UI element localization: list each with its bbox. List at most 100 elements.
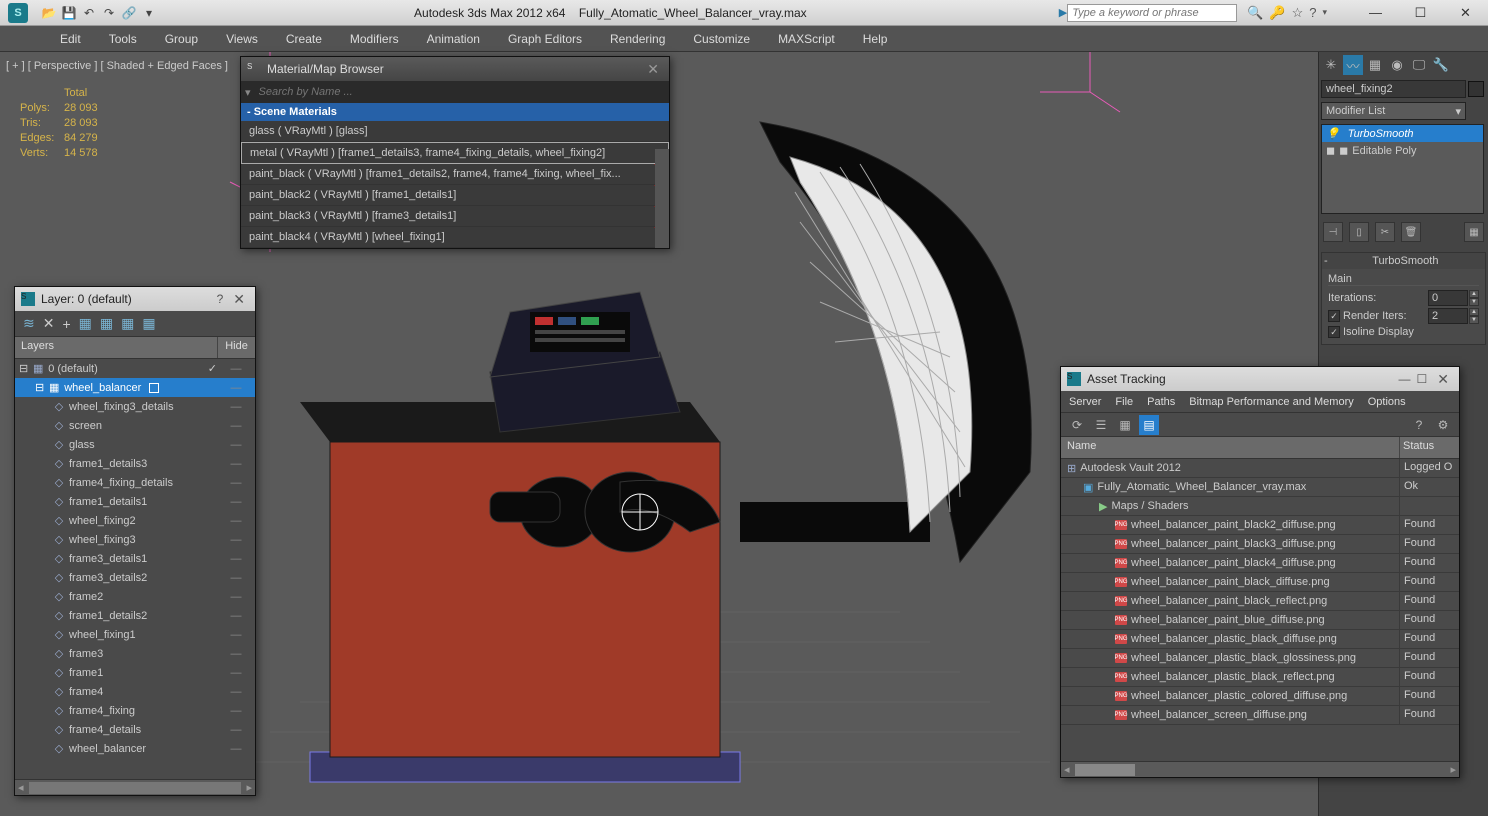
material-item[interactable]: metal ( VRayMtl ) [frame1_details3, fram… [241,142,669,164]
select-objects-icon[interactable]: ▦ [79,315,92,332]
material-item[interactable]: paint_black4 ( VRayMtl ) [wheel_fixing1] [241,227,669,248]
layer-row[interactable]: ◇ frame1_details2— [15,606,255,625]
asset-row[interactable]: PNG wheel_balancer_plastic_black_glossin… [1061,649,1459,668]
highlight-icon[interactable]: ▦ [100,315,113,332]
open-icon[interactable]: 📂 [40,4,58,22]
modifier-editable-poly[interactable]: ◼◼ Editable Poly [1322,142,1483,159]
display-tab-icon[interactable]: 🖵 [1409,55,1429,75]
asset-row[interactable]: PNG wheel_balancer_paint_black3_diffuse.… [1061,535,1459,554]
modifier-list-dropdown[interactable]: Modifier List▾ [1321,102,1466,120]
redo-icon[interactable]: ↷ [100,4,118,22]
layer-row[interactable]: ◇ frame1— [15,663,255,682]
material-item[interactable]: paint_black2 ( VRayMtl ) [frame1_details… [241,185,669,206]
delete-layer-icon[interactable]: ✕ [43,315,55,332]
menu-customize[interactable]: Customize [679,26,764,51]
asset-list[interactable]: ⊞ Autodesk Vault 2012Logged O▣ Fully_Ato… [1061,459,1459,761]
asset-row[interactable]: PNG wheel_balancer_plastic_colored_diffu… [1061,687,1459,706]
menu-rendering[interactable]: Rendering [596,26,679,51]
horizontal-scrollbar[interactable]: ◂ ▸ [1061,761,1459,777]
undo-icon[interactable]: ↶ [80,4,98,22]
object-color-swatch[interactable] [1468,81,1484,97]
help-icon[interactable]: ? [217,292,224,306]
app-icon[interactable]: S [8,3,28,23]
iterations-input[interactable] [1428,290,1468,306]
minimize-icon[interactable]: — [1399,372,1411,386]
modify-tab-icon[interactable]: 〰 [1343,55,1363,75]
render-iters-spinner[interactable]: ▲▼ [1428,308,1479,324]
configure-icon[interactable]: ▦ [1464,222,1484,242]
asset-row[interactable]: ▶ Maps / Shaders [1061,497,1459,516]
star-icon[interactable]: ☆ [1292,5,1304,21]
layers-column-header[interactable]: Layers [15,337,217,358]
scene-materials-header[interactable]: - Scene Materials [241,103,669,121]
make-unique-icon[interactable]: ✂ [1375,222,1395,242]
layer-row[interactable]: ◇ frame4— [15,682,255,701]
asset-menu-file[interactable]: File [1115,396,1133,408]
render-iters-checkbox[interactable]: ✓ [1328,310,1340,322]
dialog-titlebar[interactable]: S Asset Tracking — ☐ ✕ [1061,367,1459,391]
key-icon[interactable]: 🔑 [1269,5,1285,21]
asset-menu-options[interactable]: Options [1368,396,1406,408]
layer-row[interactable]: ◇ frame2— [15,587,255,606]
render-iters-input[interactable] [1428,308,1468,324]
layer-row[interactable]: ◇ wheel_fixing1— [15,625,255,644]
close-icon[interactable]: ✕ [643,61,663,78]
horizontal-scrollbar[interactable]: ◂ ▸ [15,779,255,795]
modifier-turbosmooth[interactable]: 💡TurboSmooth [1322,125,1483,142]
layer-row[interactable]: ◇ frame4_fixing— [15,701,255,720]
menu-views[interactable]: Views [212,26,272,51]
maximize-icon[interactable]: ☐ [1417,372,1428,386]
layer-row[interactable]: ◇ glass— [15,435,255,454]
close-icon[interactable]: ✕ [1433,371,1453,388]
rollout-header[interactable]: -TurboSmooth [1322,253,1485,269]
utilities-tab-icon[interactable]: 🔧 [1431,55,1451,75]
save-icon[interactable]: 💾 [60,4,78,22]
menu-group[interactable]: Group [151,26,212,51]
asset-row[interactable]: PNG wheel_balancer_paint_black_diffuse.p… [1061,573,1459,592]
close-icon[interactable]: ✕ [229,291,249,308]
asset-menu-bitmap-performance-and-memory[interactable]: Bitmap Performance and Memory [1189,396,1353,408]
menu-create[interactable]: Create [272,26,336,51]
layer-row[interactable]: ◇ frame1_details1— [15,492,255,511]
status-column-header[interactable]: Status [1399,437,1459,458]
asset-row[interactable]: PNG wheel_balancer_screen_diffuse.pngFou… [1061,706,1459,725]
asset-row[interactable]: PNG wheel_balancer_paint_blue_diffuse.pn… [1061,611,1459,630]
spinner-up-icon[interactable]: ▲ [1469,308,1479,316]
layer-row[interactable]: ◇ frame3— [15,644,255,663]
help-icon[interactable]: ? [1309,5,1316,20]
asset-row[interactable]: ⊞ Autodesk Vault 2012Logged O [1061,459,1459,478]
menu-tools[interactable]: Tools [95,26,151,51]
list-view-icon[interactable]: ▤ [1139,415,1159,435]
spinner-up-icon[interactable]: ▲ [1469,290,1479,298]
close-button[interactable]: ✕ [1443,0,1488,26]
layer-row[interactable]: ◇ frame4_fixing_details— [15,473,255,492]
layer-row[interactable]: ◇ wheel_fixing3_details— [15,397,255,416]
help-icon[interactable]: ? [1409,415,1429,435]
remove-modifier-icon[interactable]: 🗑 [1401,222,1421,242]
maximize-button[interactable]: ☐ [1398,0,1443,26]
show-end-result-icon[interactable]: ▯ [1349,222,1369,242]
table-view-icon[interactable]: ▦ [1115,415,1135,435]
asset-row[interactable]: PNG wheel_balancer_paint_black2_diffuse.… [1061,516,1459,535]
hide-column-header[interactable]: Hide [217,337,255,358]
refresh-icon[interactable]: ⟳ [1067,415,1087,435]
menu-edit[interactable]: Edit [46,26,95,51]
material-search-input[interactable] [255,86,665,98]
layer-row[interactable]: ◇ frame1_details3— [15,454,255,473]
spinner-down-icon[interactable]: ▼ [1469,298,1479,306]
iterations-spinner[interactable]: ▲▼ [1428,290,1479,306]
asset-row[interactable]: PNG wheel_balancer_paint_black_reflect.p… [1061,592,1459,611]
spinner-down-icon[interactable]: ▼ [1469,316,1479,324]
layer-row[interactable]: ◇ frame4_details— [15,720,255,739]
asset-menu-paths[interactable]: Paths [1147,396,1175,408]
menu-graph-editors[interactable]: Graph Editors [494,26,596,51]
object-name-input[interactable] [1321,80,1466,98]
dropdown-icon[interactable]: ▾ [1322,7,1327,18]
options-icon[interactable]: ▾ [245,86,251,99]
new-layer-icon[interactable]: ≋ [23,315,35,332]
layer-row[interactable]: ◇ wheel_fixing2— [15,511,255,530]
hide-icon[interactable]: ▦ [121,315,134,332]
asset-row[interactable]: PNG wheel_balancer_plastic_black_diffuse… [1061,630,1459,649]
layer-row[interactable]: ◇ frame3_details1— [15,549,255,568]
minimize-button[interactable]: — [1353,0,1398,26]
